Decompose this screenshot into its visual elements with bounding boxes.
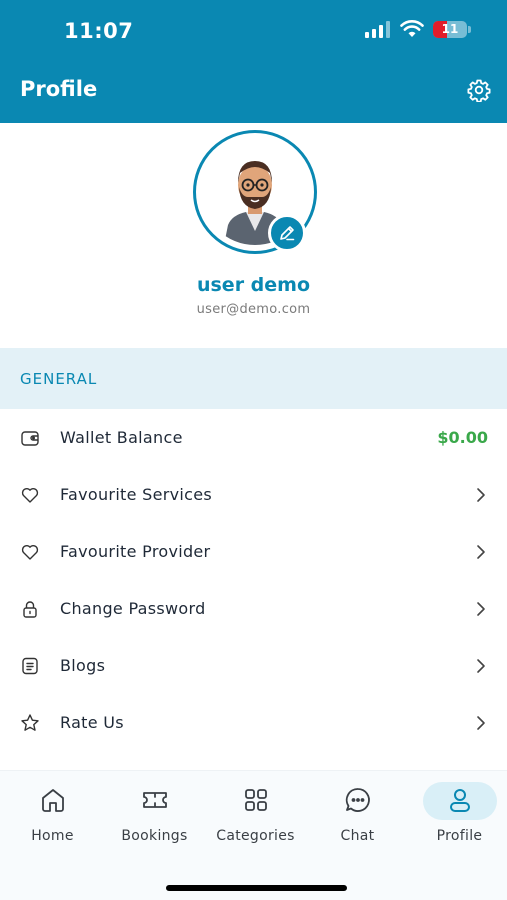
nav-label: Home [31, 828, 74, 844]
nav-label: Chat [340, 828, 375, 844]
nav-label: Categories [216, 828, 295, 844]
chevron-right-icon [477, 659, 485, 673]
nav-label: Bookings [121, 828, 188, 844]
settings-button[interactable] [465, 76, 493, 104]
menu-label: Favourite Services [60, 485, 213, 504]
menu-label: Blogs [60, 656, 106, 675]
menu-label: Wallet Balance [60, 428, 183, 447]
nav-item-categories[interactable]: Categories [205, 771, 306, 857]
wallet-icon [21, 431, 39, 446]
user-email: user@demo.com [196, 302, 311, 317]
menu-item-blogs[interactable]: Blogs [0, 638, 507, 695]
chevron-right-icon [477, 545, 485, 559]
home-indicator [166, 885, 347, 891]
menu-item-favourite-provider[interactable]: Favourite Provider [0, 524, 507, 581]
wifi-icon [400, 20, 424, 37]
user-icon [450, 789, 470, 812]
home-icon [42, 789, 64, 812]
status-icons: 11 [365, 20, 471, 38]
nav-item-bookings[interactable]: Bookings [104, 771, 205, 857]
nav-item-chat[interactable]: Chat [307, 771, 408, 857]
nav-item-profile[interactable]: Profile [409, 771, 507, 857]
menu-item-change-password[interactable]: Change Password [0, 581, 507, 638]
battery-level: 11 [441, 21, 459, 36]
chat-icon [345, 788, 370, 812]
menu-label: Change Password [60, 599, 206, 618]
status-time: 11:07 [64, 19, 134, 43]
menu-item-wallet-balance[interactable]: Wallet Balance $0.00 [0, 410, 507, 467]
section-header: GENERAL [0, 348, 507, 409]
battery-indicator: 11 [433, 20, 467, 38]
edit-avatar-button[interactable] [268, 214, 306, 252]
menu-label: Rate Us [60, 713, 124, 732]
chevron-right-icon [477, 602, 485, 616]
lock-icon [23, 601, 37, 618]
gear-icon [467, 79, 491, 102]
settings-menu: Wallet Balance $0.00 Favourite Services … [0, 410, 507, 752]
user-name: user demo [196, 274, 311, 296]
signal-icon [365, 20, 390, 38]
app-header: 11:07 11 Profile [0, 0, 507, 123]
nav-item-home[interactable]: Home [2, 771, 103, 857]
menu-item-favourite-services[interactable]: Favourite Services [0, 467, 507, 524]
star-icon [21, 714, 39, 731]
menu-item-rate-us[interactable]: Rate Us [0, 695, 507, 752]
ticket-icon [143, 792, 167, 808]
chevron-right-icon [477, 488, 485, 502]
heart-icon [21, 544, 39, 560]
heart-icon [21, 487, 39, 503]
pencil-icon [280, 226, 295, 241]
document-icon [22, 657, 38, 675]
nav-label: Profile [436, 828, 483, 844]
bottom-nav: Home Bookings Categories Chat Profile [0, 770, 507, 900]
battery-tip [468, 25, 471, 33]
page-title: Profile [20, 77, 98, 101]
chevron-right-icon [477, 716, 485, 730]
grid-icon [245, 789, 267, 811]
section-title: GENERAL [20, 370, 98, 388]
wallet-balance-value: $0.00 [437, 428, 488, 447]
menu-label: Favourite Provider [60, 542, 211, 561]
